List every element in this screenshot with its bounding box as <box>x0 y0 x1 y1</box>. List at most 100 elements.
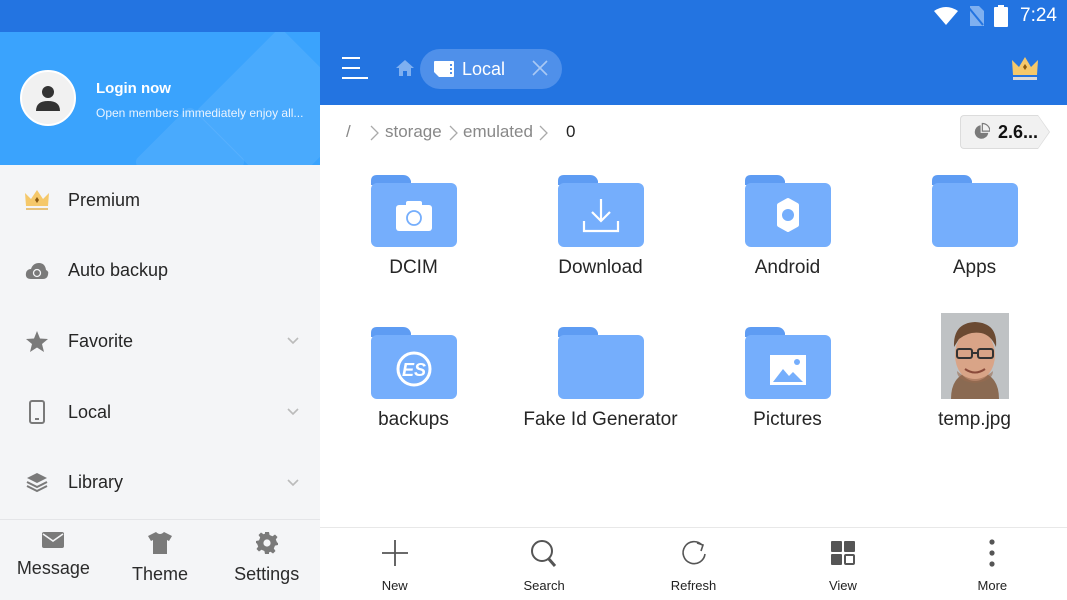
battery-icon <box>994 5 1009 27</box>
chevron-right-icon <box>449 125 458 141</box>
file-browser: Local / storage emulated 0 2.6... DCIM D… <box>320 32 1067 600</box>
camera-icon <box>395 201 432 231</box>
more-label: More <box>977 578 1008 593</box>
chevron-right-icon <box>539 125 548 141</box>
svg-text:ES: ES <box>401 360 425 380</box>
status-bar: 7:24 <box>0 0 1067 32</box>
file-item-pictures[interactable]: Pictures <box>694 311 881 431</box>
breadcrumb-storage[interactable]: storage <box>385 122 442 142</box>
login-subtitle: Open members immediately enjoy all... <box>96 106 304 120</box>
tab-label: Local <box>462 58 506 79</box>
drawer-bottom-bar: Message Theme Settings <box>0 519 320 600</box>
navigation-drawer: Login now Open members immediately enjoy… <box>0 32 320 600</box>
storage-usage-button[interactable]: 2.6... <box>960 115 1050 149</box>
drawer-item-label: Favorite <box>68 330 134 351</box>
breadcrumb: / storage emulated 0 2.6... <box>320 105 1067 159</box>
file-item-backups[interactable]: ES backups <box>320 311 507 431</box>
shirt-icon <box>148 532 172 554</box>
file-item-temp-jpg[interactable]: temp.jpg <box>881 311 1067 431</box>
gear-icon <box>255 532 278 554</box>
folder-icon <box>743 311 833 399</box>
image-icon <box>769 355 806 385</box>
search-button[interactable]: Search <box>469 528 618 600</box>
theme-button[interactable]: Theme <box>107 520 214 600</box>
tab-local[interactable]: Local <box>420 49 562 89</box>
drawer-item-favorite[interactable]: Favorite <box>0 306 320 377</box>
storage-usage-value: 2.6... <box>997 121 1038 142</box>
settings-label: Settings <box>234 564 300 584</box>
refresh-icon <box>681 540 706 565</box>
file-item-apps[interactable]: Apps <box>881 159 1067 279</box>
menu-button[interactable] <box>340 54 370 82</box>
drawer-item-label: Library <box>68 472 124 493</box>
message-label: Message <box>16 558 90 578</box>
cloud-sync-icon <box>24 258 50 284</box>
drawer-item-label: Local <box>68 401 112 422</box>
search-icon <box>531 540 557 567</box>
drawer-item-library[interactable]: Library <box>0 447 320 518</box>
search-label: Search <box>523 578 565 593</box>
drawer-item-auto-backup[interactable]: Auto backup <box>0 236 320 307</box>
grid-view-icon <box>830 541 855 565</box>
settings-button[interactable]: Settings <box>213 520 320 600</box>
theme-label: Theme <box>131 564 189 584</box>
view-button[interactable]: View <box>768 528 917 600</box>
user-icon <box>36 86 60 111</box>
file-name: backups <box>378 409 449 430</box>
file-item-dcim[interactable]: DCIM <box>320 159 507 279</box>
phone-icon <box>24 399 50 425</box>
sd-card-icon <box>434 61 454 77</box>
breadcrumb-root[interactable]: / <box>346 122 351 142</box>
view-label: View <box>828 578 857 593</box>
mail-icon <box>42 532 65 548</box>
portrait-thumbnail <box>930 311 1020 399</box>
new-button[interactable]: New <box>320 528 469 600</box>
login-title[interactable]: Login now <box>96 80 171 97</box>
top-toolbar: Local <box>320 32 1067 105</box>
es-file-explorer-screen: 7:24 Login now Open members immediately … <box>0 0 1067 600</box>
drawer-item-premium[interactable]: Premium <box>0 165 320 236</box>
file-item-fake-id-generator[interactable]: Fake Id Generator <box>507 311 694 431</box>
file-item-download[interactable]: Download <box>507 159 694 279</box>
file-item-android[interactable]: Android <box>694 159 881 279</box>
more-vert-icon <box>989 539 995 567</box>
pie-chart-icon <box>974 122 990 139</box>
no-sim-icon <box>968 6 985 26</box>
drawer-menu: Premium Auto backup Favorite Local Libra… <box>0 165 320 518</box>
layers-icon <box>24 470 50 496</box>
file-name: temp.jpg <box>938 409 1011 430</box>
folder-icon <box>556 159 646 247</box>
breadcrumb-current[interactable]: 0 <box>566 122 575 142</box>
bottom-action-bar: New Search Refresh View More <box>320 527 1067 600</box>
crown-icon <box>1012 57 1038 80</box>
breadcrumb-emulated[interactable]: emulated <box>463 122 533 142</box>
drawer-item-local[interactable]: Local <box>0 377 320 448</box>
status-icons: 7:24 <box>934 0 1057 32</box>
home-icon <box>396 60 414 76</box>
wifi-icon <box>934 7 959 25</box>
new-label: New <box>381 578 408 593</box>
gear-icon <box>776 198 799 232</box>
avatar[interactable] <box>20 70 76 126</box>
folder-icon: ES <box>369 311 459 399</box>
login-header[interactable]: Login now Open members immediately enjoy… <box>0 32 320 165</box>
chevron-down-icon[interactable] <box>286 334 300 348</box>
refresh-button[interactable]: Refresh <box>619 528 768 600</box>
hamburger-menu-icon <box>342 57 368 79</box>
more-button[interactable]: More <box>918 528 1067 600</box>
folder-icon <box>369 159 459 247</box>
chevron-down-icon[interactable] <box>286 476 300 490</box>
premium-button[interactable] <box>1011 56 1039 87</box>
close-icon[interactable] <box>532 60 548 81</box>
file-name: Pictures <box>753 409 822 430</box>
file-name: DCIM <box>389 257 438 278</box>
chevron-down-icon[interactable] <box>286 405 300 419</box>
refresh-label: Refresh <box>670 578 717 593</box>
plus-icon <box>381 540 408 566</box>
folder-icon <box>556 311 646 399</box>
home-button[interactable] <box>396 60 414 81</box>
message-button[interactable]: Message <box>0 520 107 600</box>
file-name: Download <box>558 257 643 278</box>
star-icon <box>24 328 50 354</box>
crown-icon <box>24 187 50 213</box>
